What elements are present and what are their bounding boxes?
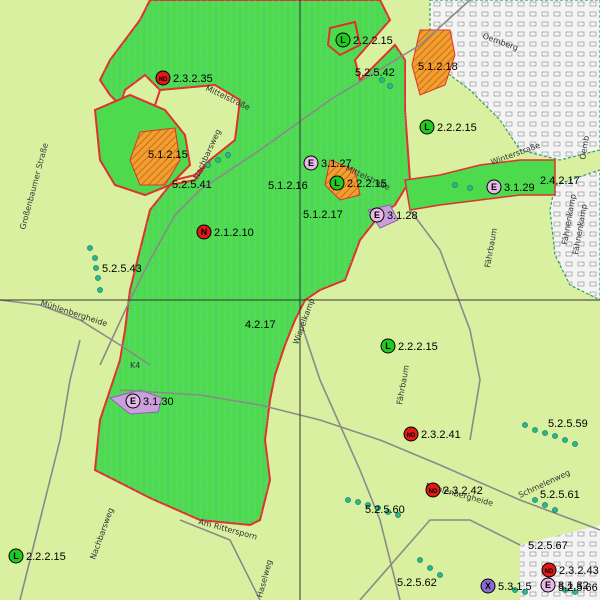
marker-type: ND [545,569,554,575]
marker-label: 2.2.2.15 [26,551,66,563]
marker-label: 2.2.2.15 [347,178,387,190]
marker-type: L [340,35,346,45]
marker-label: 2.2.2.15 [398,341,438,353]
marker-label: 3.1.30 [143,396,174,408]
area-label: 5.1.2.16 [268,180,308,192]
marker-label: 5.3.1.5 [498,581,532,593]
area-label: 5.2.5.67 [528,540,568,552]
marker-type: N [201,227,208,237]
marker-label: 3.1.29 [504,182,535,194]
marker-type: X [485,581,491,591]
marker-l: L 2.2.2.15 [380,338,438,354]
marker-type: E [308,158,314,168]
area-label: 5.2.5.60 [365,504,405,516]
marker-type: L [385,341,391,351]
marker-label: 2.3.2.43 [559,565,599,577]
marker-type: ND [407,433,416,439]
marker-type: ND [429,489,438,495]
area-label: 5.2.5.62 [397,577,437,589]
marker-n: N 2.1.2.10 [196,224,254,240]
marker-type: E [491,182,497,192]
area-label: 5.1.2.17 [303,209,343,221]
marker-label: 2.3.2.41 [421,429,461,441]
street-k4: K4 [130,361,140,370]
marker-e: E 3.1.27 [303,155,352,171]
marker-e: E 3.1.30 [125,393,174,409]
marker-label: 3.1.27 [321,158,352,170]
marker-label: 3.1.28 [387,210,418,222]
marker-e: E 3.1.28 [369,207,418,223]
marker-label: 2.3.2.35 [173,73,213,85]
marker-x: X 5.3.1.5 [480,578,532,594]
marker-nd: ND 2.3.2.35 [155,70,213,86]
area-label: 5.2.5.43 [102,263,142,275]
area-label: 5.2.5.42 [355,67,395,79]
marker-l: L 2.2.2.15 [329,175,387,191]
marker-l: L 2.2.2.15 [419,119,477,135]
area-label: 4.2.17 [245,319,276,331]
area-label: 5.2.5.59 [548,418,588,430]
marker-type: ND [159,77,168,83]
marker-type: L [424,122,430,132]
marker-label: 2.1.2.10 [214,227,254,239]
marker-nd: ND 2.3.2.41 [403,426,461,442]
marker-l: L 2.2.2.15 [8,548,66,564]
area-label: 5.2.5.41 [172,179,212,191]
marker-e: E 3.1.32 [540,577,589,593]
marker-type: L [13,551,19,561]
marker-label: 3.1.32 [558,580,589,592]
marker-type: E [545,580,551,590]
marker-type: E [130,396,136,406]
marker-type: L [334,178,340,188]
marker-label: 2.2.2.15 [437,122,477,134]
marker-l: L 2.2.2.15 [335,32,393,48]
marker-e: E 3.1.29 [486,179,535,195]
area-label: 5.2.5.61 [540,489,580,501]
marker-nd: ND 2.3.2.42 [425,482,483,498]
area-label: 2.4.2.17 [540,175,580,187]
map-canvas[interactable]: Mittelstraße Mittelstraße Nachbarsweg Na… [0,0,600,600]
marker-nd: ND 2.3.2.43 [541,562,599,578]
marker-label: 2.2.2.15 [353,35,393,47]
area-label: 5.1.2.18 [418,61,458,73]
marker-label: 2.3.2.42 [443,485,483,497]
marker-type: E [374,210,380,220]
area-label: 5.1.2.15 [148,149,188,161]
